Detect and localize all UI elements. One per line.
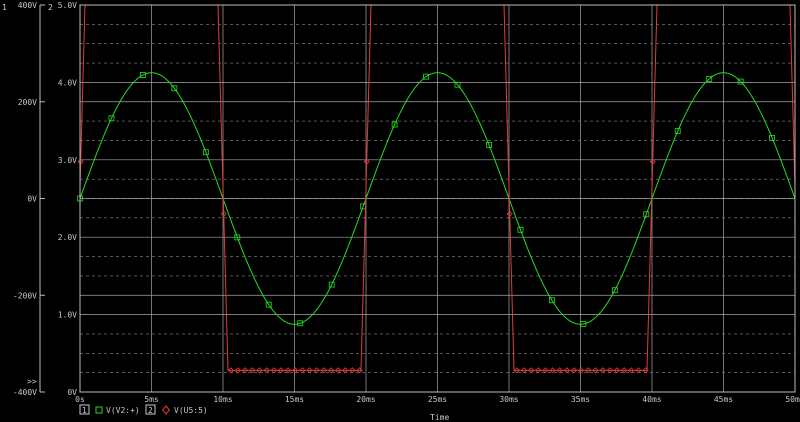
x-tick-label: 40ms: [642, 395, 661, 404]
axis-1-tick-label: 0V: [27, 195, 37, 204]
chart-plot: 400V 200V 0V -200V -400V 5.0V 4.0V 3.0V 2.0V 1.0…: [0, 0, 800, 422]
x-axis-title: Time: [430, 413, 449, 422]
x-tick-label: 50ms: [785, 395, 800, 404]
axis-2-tick-label: 4.0V: [58, 78, 77, 87]
x-tick-label: 30ms: [499, 395, 518, 404]
axis-2-id: 2: [48, 3, 53, 12]
legend-index-1: 1: [82, 406, 87, 415]
x-tick-label: 0s: [75, 395, 85, 404]
x-tick-label: 20ms: [356, 395, 375, 404]
axis-2-tick-label: 3.0V: [58, 156, 77, 165]
axis-1-id: 1: [2, 3, 7, 12]
axis-1-tick-label: 200V: [18, 98, 37, 107]
legend-index-2: 2: [148, 406, 153, 415]
x-tick-label: 5ms: [144, 395, 159, 404]
x-tick-label: 45ms: [714, 395, 733, 404]
x-tick-label: 15ms: [285, 395, 304, 404]
axis-1-tick-label: 400V: [18, 1, 37, 10]
legend-label-2: V(U5:5): [174, 406, 208, 415]
scroll-marker[interactable]: >>: [27, 377, 37, 386]
x-tick-label: 35ms: [571, 395, 590, 404]
axis-2-tick-label: 2.0V: [58, 233, 77, 242]
legend-label-1: V(V2:+): [106, 406, 140, 415]
axis-2-tick-label: 5.0V: [58, 1, 77, 10]
axis-1-tick-label: -400V: [13, 388, 37, 397]
axis-2-tick-label: 1.0V: [58, 311, 77, 320]
x-tick-label: 10ms: [213, 395, 232, 404]
x-tick-label: 25ms: [428, 395, 447, 404]
axis-1-tick-label: -200V: [13, 291, 37, 300]
